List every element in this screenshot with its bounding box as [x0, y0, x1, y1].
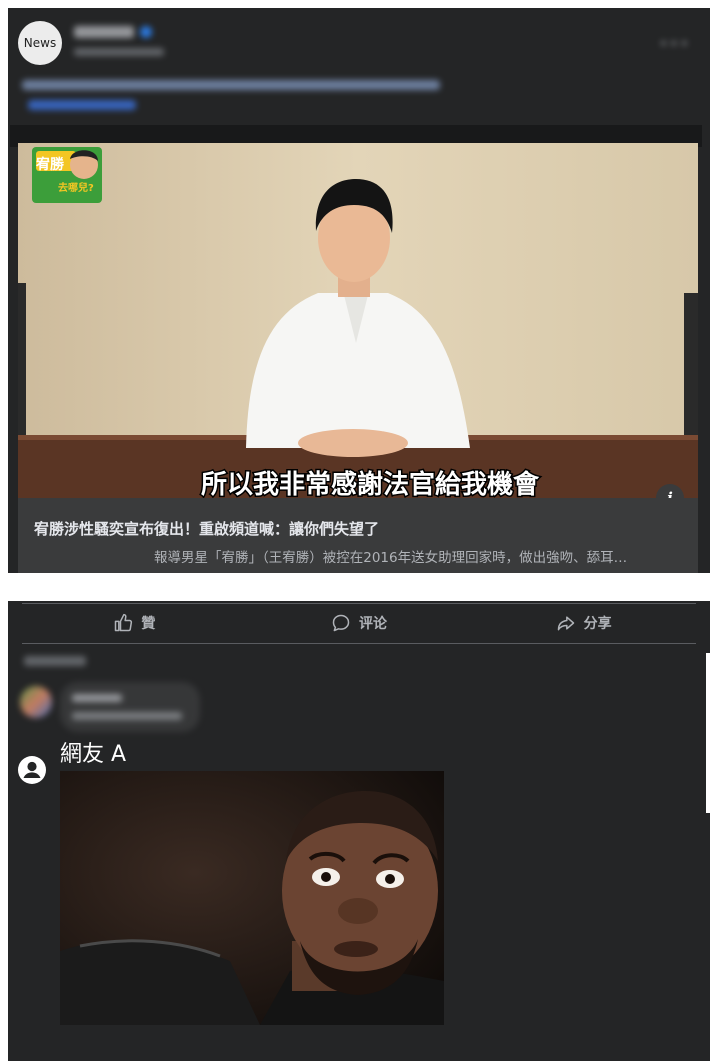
post-timestamp-blurred[interactable]: [74, 48, 164, 56]
commenter-avatar-blurred[interactable]: [20, 686, 52, 718]
channel-logo-subtext: 去哪兒?: [58, 181, 94, 194]
link-headline[interactable]: 宥勝涉性騷奕宣布復出！重啟頻道喊：讓你們失望了: [34, 518, 379, 539]
share-arrow-icon: [557, 616, 574, 631]
edge-strip: [706, 653, 710, 813]
video-thumbnail[interactable]: 宥勝 去哪兒? 所以我非常感謝法官給我機會: [18, 143, 698, 498]
comment-label: 评论: [359, 616, 387, 632]
comment-bubble-blurred: [60, 682, 200, 732]
share-label: 分享: [583, 616, 612, 632]
verified-badge-icon: [140, 26, 152, 38]
reaction-image[interactable]: [60, 771, 444, 1025]
like-label: 贊: [141, 616, 156, 632]
section-gap: [8, 573, 710, 601]
page-avatar[interactable]: News: [18, 21, 62, 65]
comment-sort-menu-blurred[interactable]: [24, 656, 86, 666]
like-button[interactable]: 贊: [22, 608, 247, 638]
action-bar: 贊 评论 分享: [22, 608, 696, 638]
comment-bubble-icon: [332, 614, 350, 632]
link-description: 報導男星「宥勝」（王宥勝）被控在2016年送女助理回家時，做出強吻、舔耳…: [154, 550, 628, 566]
thumbs-up-icon: [115, 613, 133, 632]
post-link-blurred[interactable]: [28, 100, 136, 110]
comment-button[interactable]: 评论: [247, 608, 472, 638]
link-preview[interactable]: 宥勝涉性騷奕宣布復出！重啟頻道喊：讓你們失望了 報導男星「宥勝」（王宥勝）被控在…: [18, 498, 698, 573]
divider-bottom: [22, 643, 696, 644]
channel-logo: [32, 147, 102, 203]
post-caption-blurred: [22, 80, 440, 90]
channel-logo-text: 宥勝: [35, 156, 65, 173]
user-avatar-icon: [18, 756, 46, 784]
post-card: News ••• 宥勝 去哪兒? 所以我非常感謝法官給我機會 宥勝涉性騷奕宣布復…: [8, 8, 710, 1061]
reply-username[interactable]: 網友 A: [60, 736, 126, 768]
divider-top: [22, 603, 696, 604]
more-options-icon[interactable]: •••: [659, 34, 690, 53]
video-subtitle: 所以我非常感謝法官給我機會: [201, 469, 540, 498]
share-button[interactable]: 分享: [471, 608, 696, 638]
page-name-blurred[interactable]: [74, 26, 134, 38]
